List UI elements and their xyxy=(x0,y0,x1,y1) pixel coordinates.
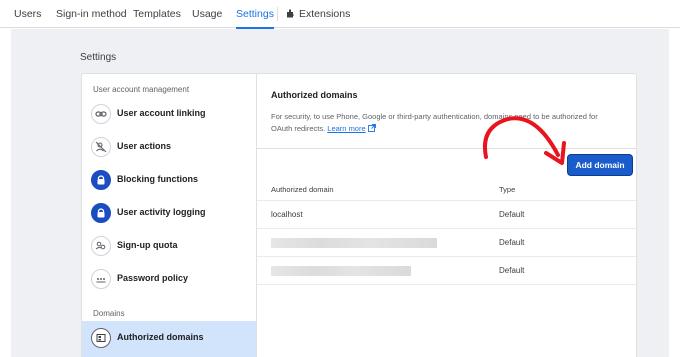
nav-item-label: User account linking xyxy=(117,108,206,118)
extensions-icon xyxy=(287,9,294,18)
nav-item-label: Password policy xyxy=(117,273,189,283)
redacted-domain xyxy=(271,238,437,248)
page-title: Settings xyxy=(80,52,117,63)
table-row[interactable]: Default xyxy=(257,256,636,284)
learn-more-label: Learn more xyxy=(327,124,366,133)
table-row[interactable]: localhost Default xyxy=(257,200,636,228)
table-bottom-border xyxy=(257,284,636,285)
lock-icon xyxy=(91,170,111,190)
tab-users[interactable]: Users xyxy=(14,0,41,28)
person-off-icon xyxy=(91,137,111,157)
nav-item-password-policy[interactable]: Password policy xyxy=(82,264,256,296)
nav-section-heading-user: User account management xyxy=(93,85,190,94)
tab-sign-in-method[interactable]: Sign-in method xyxy=(56,0,127,28)
authorized-domains-panel: Authorized domains For security, to use … xyxy=(257,74,636,357)
password-icon xyxy=(91,269,111,289)
nav-item-label: User actions xyxy=(117,141,172,151)
nav-item-label: User activity logging xyxy=(117,207,206,217)
redacted-domain xyxy=(271,266,411,276)
nav-item-user-account-linking[interactable]: User account linking xyxy=(82,99,256,131)
external-link-icon[interactable] xyxy=(367,124,376,132)
top-tab-bar: Users Sign-in method Templates Usage Set… xyxy=(0,0,680,29)
column-header-domain: Authorized domain xyxy=(271,185,334,194)
settings-card: User account management User account lin… xyxy=(81,73,637,357)
tab-usage[interactable]: Usage xyxy=(192,0,222,28)
tab-extensions[interactable]: Extensions xyxy=(286,0,350,28)
nav-item-label: Blocking functions xyxy=(117,174,198,184)
nav-item-sign-up-quota[interactable]: Sign-up quota xyxy=(82,231,256,263)
lock-icon xyxy=(91,203,111,223)
tab-extensions-label: Extensions xyxy=(299,8,351,20)
tab-templates[interactable]: Templates xyxy=(133,0,181,28)
description-text: For security, to use Phone, Google or th… xyxy=(271,112,598,133)
people-icon xyxy=(91,236,111,256)
add-domain-button[interactable]: Add domain xyxy=(567,154,633,176)
nav-item-label: Authorized domains xyxy=(117,332,204,342)
nav-item-authorized-domains[interactable]: Authorized domains xyxy=(82,321,256,357)
domain-cell: localhost xyxy=(271,210,303,219)
link-icon xyxy=(91,104,111,124)
type-cell: Default xyxy=(499,266,525,275)
nav-item-user-activity-logging[interactable]: User activity logging xyxy=(82,198,256,230)
type-cell: Default xyxy=(499,210,525,219)
tab-settings[interactable]: Settings xyxy=(236,0,274,29)
settings-nav: User account management User account lin… xyxy=(82,74,257,357)
panel-title: Authorized domains xyxy=(271,90,358,100)
panel-description: For security, to use Phone, Google or th… xyxy=(271,111,621,135)
nav-item-label: Sign-up quota xyxy=(117,240,178,250)
tab-divider xyxy=(277,7,278,21)
nav-item-user-actions[interactable]: User actions xyxy=(82,132,256,164)
column-header-type: Type xyxy=(499,185,516,194)
domain-icon xyxy=(91,328,111,348)
type-cell: Default xyxy=(499,238,525,247)
table-row[interactable]: Default xyxy=(257,228,636,256)
nav-item-blocking-functions[interactable]: Blocking functions xyxy=(82,165,256,197)
nav-section-heading-domains: Domains xyxy=(93,309,125,318)
divider xyxy=(257,148,636,149)
learn-more-link[interactable]: Learn more xyxy=(327,124,365,133)
